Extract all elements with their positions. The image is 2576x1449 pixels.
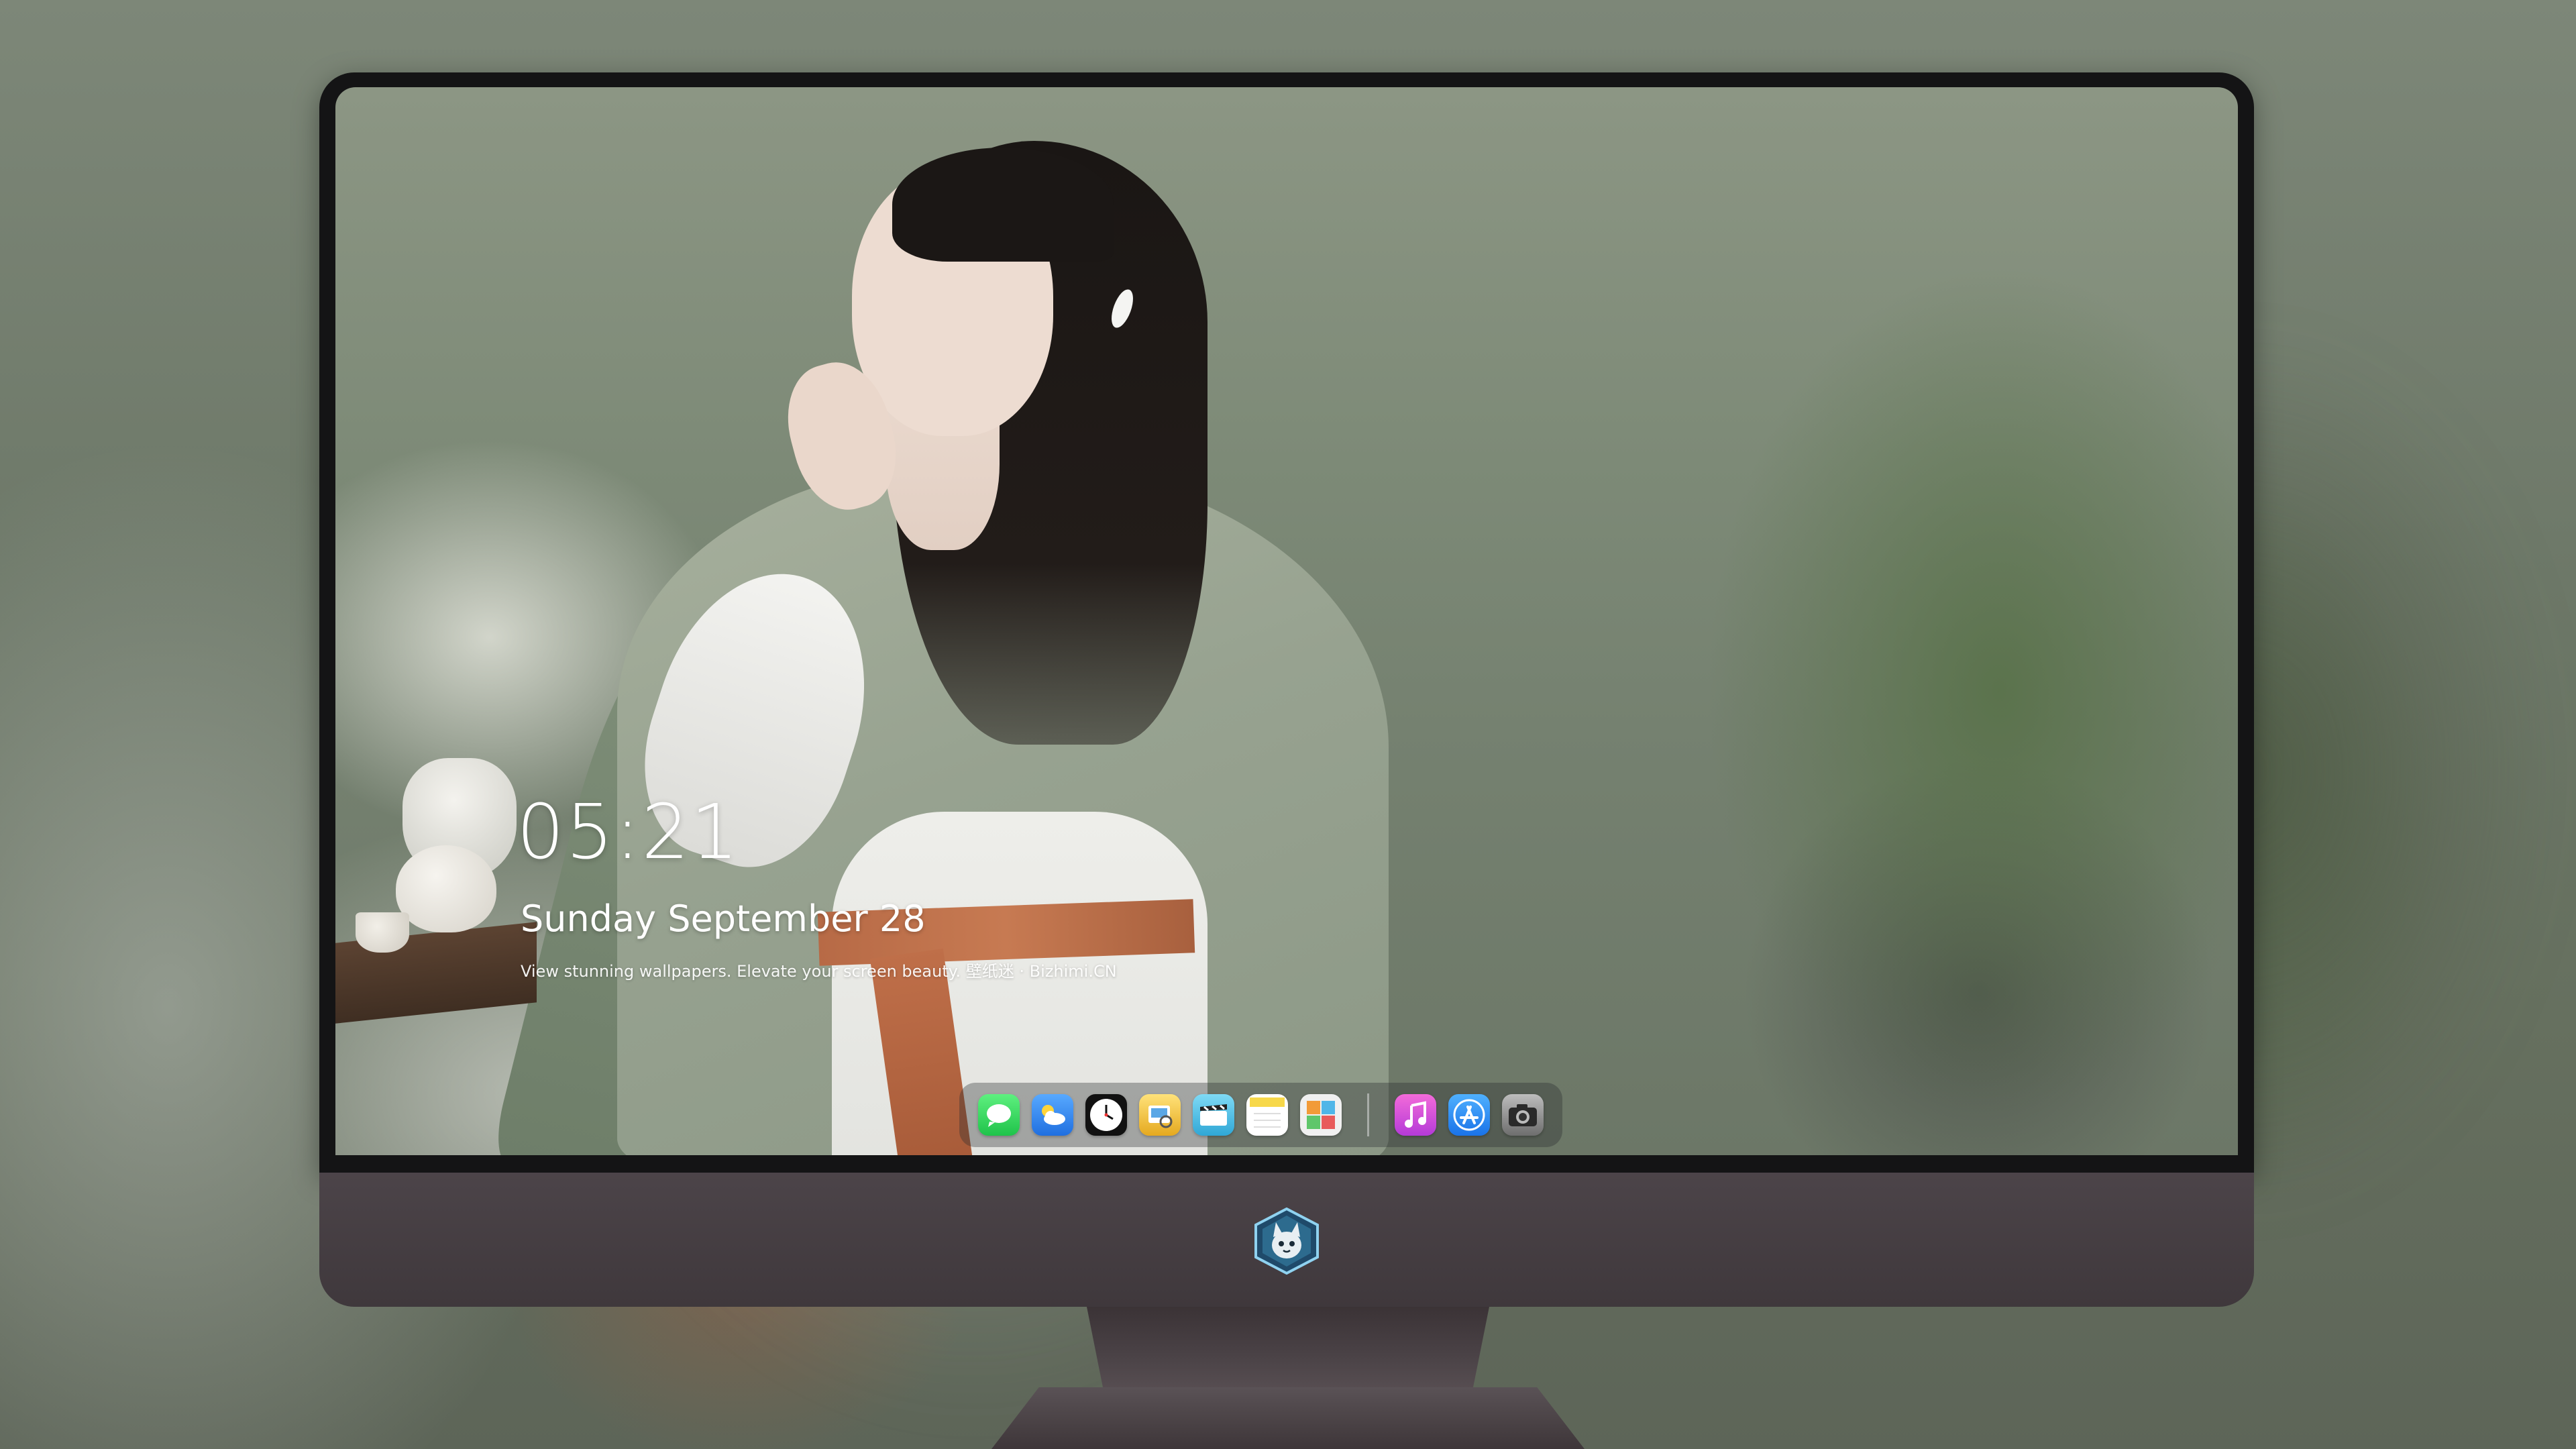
wallpaper-tagline: View stunning wallpapers. Elevate your s… [521,962,1117,981]
video-clips-icon[interactable] [1193,1094,1234,1136]
lock-screen-date: Sunday September 28 [521,898,926,940]
preview-icon[interactable] [1139,1094,1181,1136]
desktop-scene: 05:21 Sunday September 28 View stunning … [0,0,2576,1449]
monitor-stand-base [991,1387,1585,1449]
lock-screen[interactable]: 05:21 Sunday September 28 View stunning … [335,87,2238,1155]
monitor-bezel: 05:21 Sunday September 28 View stunning … [319,72,2254,1173]
monitor-chin [319,1173,2254,1307]
wallpaper-hair-front [892,148,1114,262]
monitor: 05:21 Sunday September 28 View stunning … [319,72,2254,1449]
camera-icon[interactable] [1502,1094,1544,1136]
notes-icon[interactable] [1246,1094,1288,1136]
music-icon[interactable] [1395,1094,1436,1136]
weather-icon[interactable] [1032,1094,1073,1136]
photo-gallery-icon[interactable] [1300,1094,1342,1136]
clock-icon[interactable] [1085,1094,1127,1136]
monitor-stand-neck [1087,1307,1489,1387]
app-store-icon[interactable] [1448,1094,1490,1136]
dock [959,1083,1562,1147]
dock-separator [1367,1093,1369,1136]
wallpaper-teacup [356,912,409,953]
cat-logo-icon [1253,1207,1320,1275]
messages-icon[interactable] [978,1094,1020,1136]
wallpaper-teapot [396,845,496,932]
lock-screen-time: 05:21 [517,789,740,876]
